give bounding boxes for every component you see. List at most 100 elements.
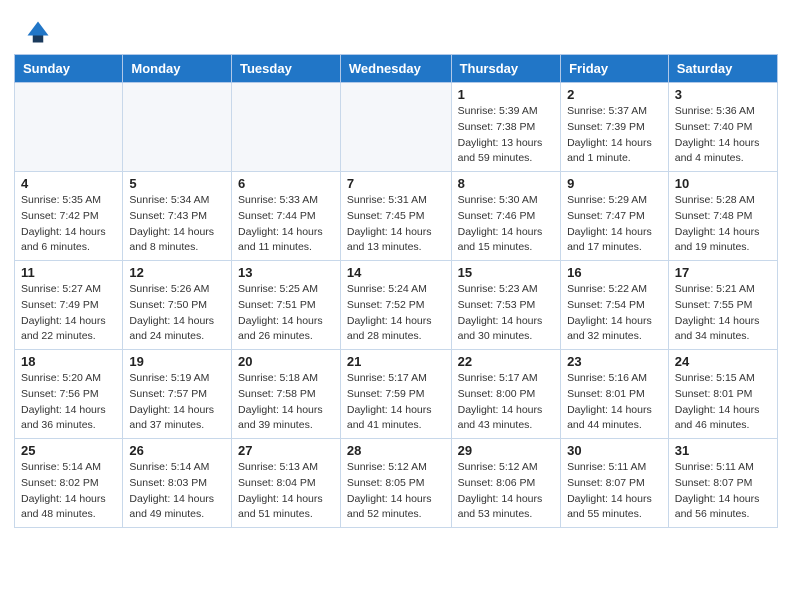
calendar-cell: 8 Sunrise: 5:30 AM Sunset: 7:46 PM Daylig… [451, 172, 560, 261]
day-info: Sunrise: 5:25 AM Sunset: 7:51 PM Dayligh… [238, 282, 334, 345]
calendar-cell: 23Sunrise: 5:16 AM Sunset: 8:01 PM Dayli… [561, 350, 669, 439]
calendar-header-friday: Friday [561, 55, 669, 83]
day-info: Sunrise: 5:34 AM Sunset: 7:43 PM Dayligh… [129, 193, 225, 256]
day-info: Sunrise: 5:19 AM Sunset: 7:57 PM Dayligh… [129, 371, 225, 434]
calendar-cell: 3 Sunrise: 5:36 AM Sunset: 7:40 PM Daylig… [668, 83, 777, 172]
logo [24, 18, 56, 46]
calendar-cell: 30 Sunrise: 5:11 AM Sunset: 8:07 PM Dayli… [561, 439, 669, 528]
calendar-cell: 19Sunrise: 5:19 AM Sunset: 7:57 PM Dayli… [123, 350, 232, 439]
calendar-cell: 6 Sunrise: 5:33 AM Sunset: 7:44 PM Daylig… [232, 172, 341, 261]
day-info: Sunrise: 5:29 AM Sunset: 7:47 PM Dayligh… [567, 193, 662, 256]
calendar-cell [340, 83, 451, 172]
calendar-cell [123, 83, 232, 172]
calendar-cell: 5 Sunrise: 5:34 AM Sunset: 7:43 PM Daylig… [123, 172, 232, 261]
calendar-cell: 11 Sunrise: 5:27 AM Sunset: 7:49 PM Dayli… [15, 261, 123, 350]
day-number: 28 [347, 443, 445, 458]
calendar-cell: 7 Sunrise: 5:31 AM Sunset: 7:45 PM Daylig… [340, 172, 451, 261]
day-info: Sunrise: 5:24 AM Sunset: 7:52 PM Dayligh… [347, 282, 445, 345]
calendar-cell [232, 83, 341, 172]
day-info: Sunrise: 5:30 AM Sunset: 7:46 PM Dayligh… [458, 193, 554, 256]
day-info: Sunrise: 5:12 AM Sunset: 8:06 PM Dayligh… [458, 460, 554, 523]
day-info: Sunrise: 5:33 AM Sunset: 7:44 PM Dayligh… [238, 193, 334, 256]
calendar-cell: 31Sunrise: 5:11 AM Sunset: 8:07 PM Dayli… [668, 439, 777, 528]
calendar-week-5: 25 Sunrise: 5:14 AM Sunset: 8:02 PM Dayli… [15, 439, 778, 528]
calendar-header-sunday: Sunday [15, 55, 123, 83]
calendar-cell: 29 Sunrise: 5:12 AM Sunset: 8:06 PM Dayli… [451, 439, 560, 528]
calendar-cell: 22 Sunrise: 5:17 AM Sunset: 8:00 PM Dayli… [451, 350, 560, 439]
calendar-cell: 26Sunrise: 5:14 AM Sunset: 8:03 PM Dayli… [123, 439, 232, 528]
day-number: 1 [458, 87, 554, 102]
day-info: Sunrise: 5:23 AM Sunset: 7:53 PM Dayligh… [458, 282, 554, 345]
day-number: 2 [567, 87, 662, 102]
day-number: 7 [347, 176, 445, 191]
calendar-cell: 1 Sunrise: 5:39 AM Sunset: 7:38 PM Daylig… [451, 83, 560, 172]
calendar-cell [15, 83, 123, 172]
calendar-cell: 14Sunrise: 5:24 AM Sunset: 7:52 PM Dayli… [340, 261, 451, 350]
day-number: 9 [567, 176, 662, 191]
day-info: Sunrise: 5:17 AM Sunset: 7:59 PM Dayligh… [347, 371, 445, 434]
day-number: 24 [675, 354, 771, 369]
calendar-cell: 2 Sunrise: 5:37 AM Sunset: 7:39 PM Daylig… [561, 83, 669, 172]
calendar-header-row: SundayMondayTuesdayWednesdayThursdayFrid… [15, 55, 778, 83]
calendar-cell: 10 Sunrise: 5:28 AM Sunset: 7:48 PM Dayli… [668, 172, 777, 261]
calendar-cell: 27 Sunrise: 5:13 AM Sunset: 8:04 PM Dayli… [232, 439, 341, 528]
calendar-cell: 25 Sunrise: 5:14 AM Sunset: 8:02 PM Dayli… [15, 439, 123, 528]
day-number: 30 [567, 443, 662, 458]
calendar-week-4: 18 Sunrise: 5:20 AM Sunset: 7:56 PM Dayli… [15, 350, 778, 439]
day-number: 17 [675, 265, 771, 280]
day-info: Sunrise: 5:13 AM Sunset: 8:04 PM Dayligh… [238, 460, 334, 523]
calendar-cell: 16Sunrise: 5:22 AM Sunset: 7:54 PM Dayli… [561, 261, 669, 350]
calendar-header-monday: Monday [123, 55, 232, 83]
day-number: 27 [238, 443, 334, 458]
calendar-cell: 18 Sunrise: 5:20 AM Sunset: 7:56 PM Dayli… [15, 350, 123, 439]
day-number: 3 [675, 87, 771, 102]
day-number: 20 [238, 354, 334, 369]
day-number: 15 [458, 265, 554, 280]
calendar-cell: 12 Sunrise: 5:26 AM Sunset: 7:50 PM Dayli… [123, 261, 232, 350]
day-number: 11 [21, 265, 116, 280]
day-number: 8 [458, 176, 554, 191]
day-info: Sunrise: 5:14 AM Sunset: 8:03 PM Dayligh… [129, 460, 225, 523]
day-number: 18 [21, 354, 116, 369]
day-info: Sunrise: 5:14 AM Sunset: 8:02 PM Dayligh… [21, 460, 116, 523]
day-number: 25 [21, 443, 116, 458]
day-info: Sunrise: 5:11 AM Sunset: 8:07 PM Dayligh… [567, 460, 662, 523]
day-number: 16 [567, 265, 662, 280]
day-info: Sunrise: 5:27 AM Sunset: 7:49 PM Dayligh… [21, 282, 116, 345]
calendar-cell: 28 Sunrise: 5:12 AM Sunset: 8:05 PM Dayli… [340, 439, 451, 528]
day-info: Sunrise: 5:39 AM Sunset: 7:38 PM Dayligh… [458, 104, 554, 167]
calendar-container: SundayMondayTuesdayWednesdayThursdayFrid… [0, 54, 792, 542]
day-number: 12 [129, 265, 225, 280]
calendar-cell: 20 Sunrise: 5:18 AM Sunset: 7:58 PM Dayli… [232, 350, 341, 439]
day-number: 10 [675, 176, 771, 191]
day-info: Sunrise: 5:17 AM Sunset: 8:00 PM Dayligh… [458, 371, 554, 434]
calendar-week-3: 11 Sunrise: 5:27 AM Sunset: 7:49 PM Dayli… [15, 261, 778, 350]
day-number: 23 [567, 354, 662, 369]
day-info: Sunrise: 5:31 AM Sunset: 7:45 PM Dayligh… [347, 193, 445, 256]
day-number: 13 [238, 265, 334, 280]
calendar-cell: 24Sunrise: 5:15 AM Sunset: 8:01 PM Dayli… [668, 350, 777, 439]
calendar-cell: 17 Sunrise: 5:21 AM Sunset: 7:55 PM Dayli… [668, 261, 777, 350]
calendar-header-thursday: Thursday [451, 55, 560, 83]
calendar-header-tuesday: Tuesday [232, 55, 341, 83]
day-number: 4 [21, 176, 116, 191]
day-info: Sunrise: 5:18 AM Sunset: 7:58 PM Dayligh… [238, 371, 334, 434]
day-info: Sunrise: 5:20 AM Sunset: 7:56 PM Dayligh… [21, 371, 116, 434]
calendar-cell: 15 Sunrise: 5:23 AM Sunset: 7:53 PM Dayli… [451, 261, 560, 350]
day-number: 5 [129, 176, 225, 191]
day-info: Sunrise: 5:35 AM Sunset: 7:42 PM Dayligh… [21, 193, 116, 256]
calendar-week-1: 1 Sunrise: 5:39 AM Sunset: 7:38 PM Daylig… [15, 83, 778, 172]
calendar-header-saturday: Saturday [668, 55, 777, 83]
day-info: Sunrise: 5:36 AM Sunset: 7:40 PM Dayligh… [675, 104, 771, 167]
calendar-week-2: 4 Sunrise: 5:35 AM Sunset: 7:42 PM Daylig… [15, 172, 778, 261]
day-info: Sunrise: 5:21 AM Sunset: 7:55 PM Dayligh… [675, 282, 771, 345]
day-number: 31 [675, 443, 771, 458]
day-info: Sunrise: 5:37 AM Sunset: 7:39 PM Dayligh… [567, 104, 662, 167]
day-number: 22 [458, 354, 554, 369]
day-number: 6 [238, 176, 334, 191]
page-header [0, 0, 792, 54]
day-number: 29 [458, 443, 554, 458]
day-info: Sunrise: 5:12 AM Sunset: 8:05 PM Dayligh… [347, 460, 445, 523]
day-info: Sunrise: 5:28 AM Sunset: 7:48 PM Dayligh… [675, 193, 771, 256]
day-info: Sunrise: 5:26 AM Sunset: 7:50 PM Dayligh… [129, 282, 225, 345]
